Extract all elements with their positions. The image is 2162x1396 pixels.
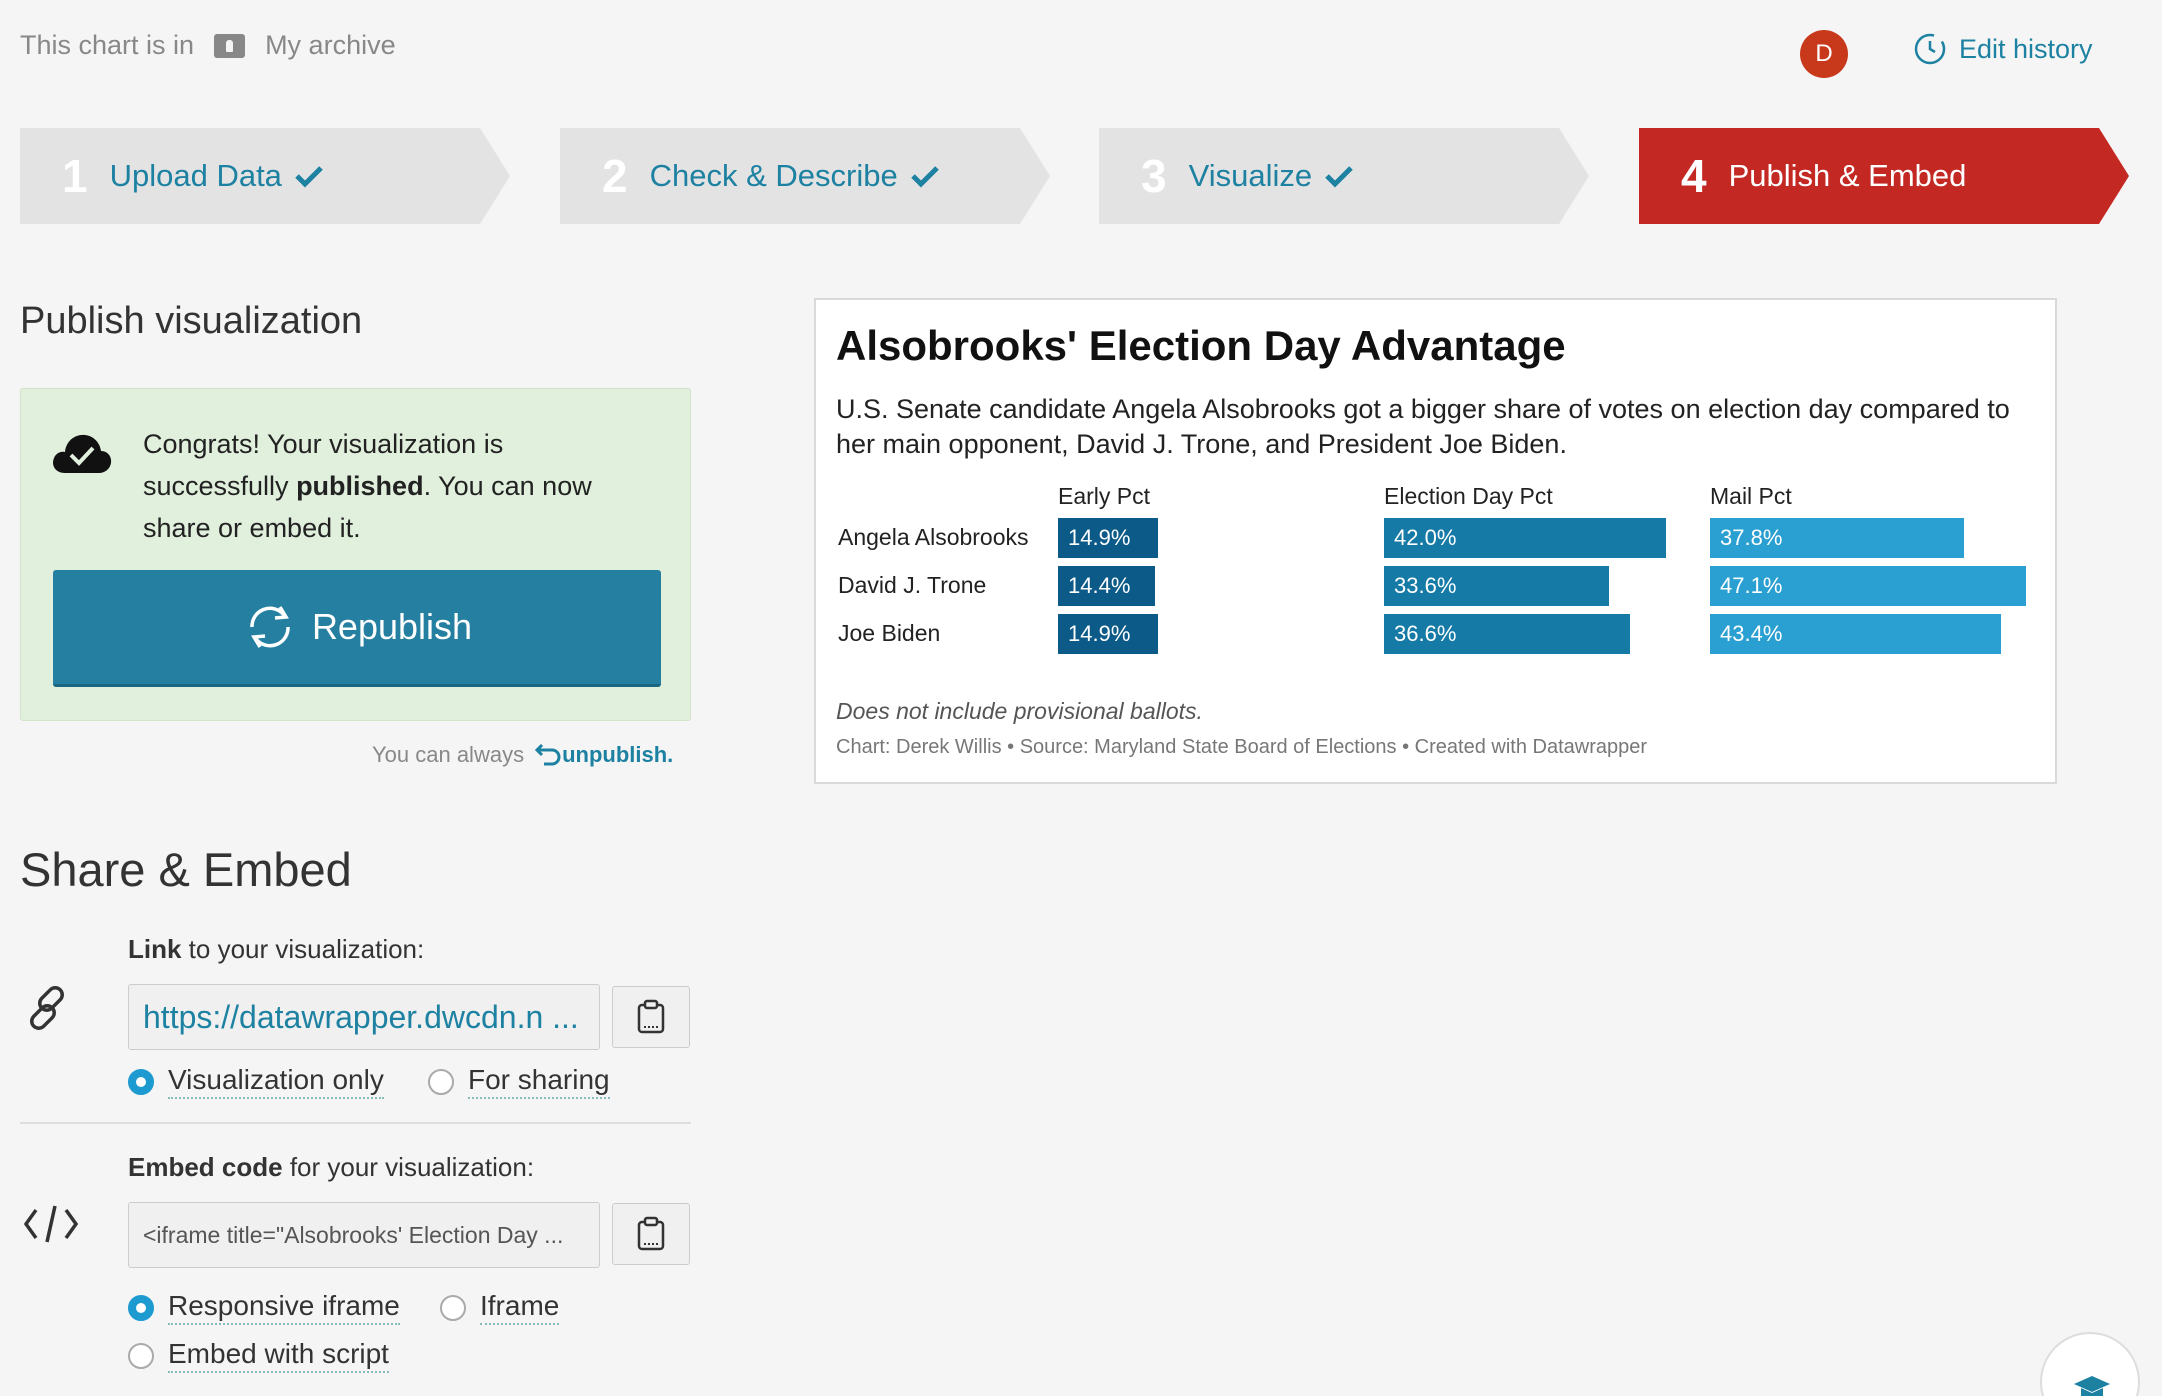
clipboard-icon — [637, 999, 665, 1034]
bar: 33.6% — [1384, 566, 1609, 606]
radio-dot — [128, 1342, 154, 1369]
bar: 47.1% — [1710, 566, 2026, 606]
checkmark-icon — [295, 166, 323, 188]
cloud-check-icon — [53, 434, 112, 473]
step-visualize[interactable]: 3 Visualize — [1099, 128, 1589, 224]
chart-preview: Alsobrooks' Election Day Advantage U.S. … — [814, 298, 2057, 784]
folder-icon — [214, 33, 246, 58]
edit-history-link[interactable]: Edit history — [1913, 32, 2093, 66]
share-link-field[interactable]: https://datawrapper.dwcdn.n ... — [128, 984, 600, 1050]
link-icon — [30, 986, 64, 1030]
bar: 14.4% — [1058, 566, 1155, 606]
copy-link-button[interactable] — [612, 986, 690, 1048]
help-button[interactable] — [2040, 1332, 2140, 1396]
checkmark-icon — [910, 166, 939, 188]
code-icon — [23, 1205, 79, 1243]
avatar[interactable]: D — [1800, 30, 1848, 78]
unpublish-link[interactable]: unpublish. — [562, 742, 673, 768]
bar: 37.8% — [1710, 518, 1964, 558]
step-label: Check & Describe — [649, 158, 898, 193]
graduation-cap-icon — [2074, 1376, 2110, 1396]
radio-label: Responsive iframe — [168, 1290, 400, 1325]
radio-embed-with-script[interactable]: Embed with script — [128, 1338, 389, 1373]
step-check-describe[interactable]: 2 Check & Describe — [560, 128, 1050, 224]
chart-title: Alsobrooks' Election Day Advantage — [836, 322, 1566, 369]
radio-dot — [128, 1294, 154, 1321]
row-label: Joe Biden — [838, 620, 941, 646]
link-section-label: Link to your visualization: — [128, 934, 425, 964]
step-number: 4 — [1681, 150, 1707, 202]
top-bar: This chart is in My archive D Edit histo… — [20, 30, 2142, 78]
radio-responsive-iframe[interactable]: Responsive iframe — [128, 1290, 400, 1325]
bar: 42.0% — [1384, 518, 1666, 558]
clipboard-icon — [637, 1216, 665, 1251]
radio-for-sharing[interactable]: For sharing — [428, 1064, 610, 1099]
column-header: Mail Pct — [1710, 483, 1792, 509]
radio-label: Iframe — [480, 1290, 560, 1325]
bar: 14.9% — [1058, 614, 1158, 654]
radio-visualization-only[interactable]: Visualization only — [128, 1064, 384, 1099]
section-divider — [20, 1122, 691, 1124]
step-number: 1 — [62, 150, 88, 202]
chart-subtitle: U.S. Senate candidate Angela Alsobrooks … — [836, 394, 2010, 459]
row-label: David J. Trone — [838, 572, 987, 598]
step-label: Publish & Embed — [1728, 158, 1967, 193]
embed-section-label: Embed code for your visualization: — [128, 1152, 535, 1182]
publish-success-box: Congrats! Your visualization is successf… — [20, 388, 691, 721]
bar: 43.4% — [1710, 614, 2001, 654]
radio-iframe[interactable]: Iframe — [440, 1290, 560, 1325]
breadcrumb: This chart is in My archive — [20, 30, 396, 61]
step-number: 3 — [1141, 150, 1167, 202]
history-icon — [1914, 33, 1946, 65]
refresh-icon — [250, 606, 290, 648]
radio-dot — [440, 1294, 466, 1321]
step-navigation: 1 Upload Data 2 Check & Describe 3 Visua… — [20, 128, 2142, 224]
publish-success-message: Congrats! Your visualization is successf… — [143, 429, 592, 543]
column-header: Early Pct — [1058, 483, 1151, 509]
radio-dot — [428, 1068, 454, 1095]
republish-button[interactable]: Republish — [53, 570, 661, 687]
step-label: Visualize — [1188, 158, 1313, 193]
radio-label: Embed with script — [168, 1338, 389, 1373]
step-upload-data[interactable]: 1 Upload Data — [20, 128, 510, 224]
chart-source: Chart: Derek Willis • Source: Maryland S… — [836, 736, 1648, 758]
step-number: 2 — [602, 150, 628, 202]
checkmark-icon — [1325, 166, 1353, 188]
republish-label: Republish — [311, 606, 473, 647]
undo-icon — [534, 744, 561, 766]
step-publish-embed[interactable]: 4 Publish & Embed — [1639, 128, 2129, 224]
copy-embed-button[interactable] — [612, 1203, 690, 1265]
column-header: Election Day Pct — [1384, 483, 1553, 509]
chart-note: Does not include provisional ballots. — [836, 698, 1203, 724]
embed-code-field[interactable]: <iframe title="Alsobrooks' Election Day … — [128, 1202, 600, 1268]
share-embed-title: Share & Embed — [20, 843, 352, 896]
unpublish-hint: You can always unpublish. — [372, 742, 674, 768]
row-label: Angela Alsobrooks — [838, 524, 1029, 550]
radio-dot — [128, 1068, 154, 1095]
publish-title: Publish visualization — [20, 300, 363, 342]
folder-link[interactable]: My archive — [265, 30, 396, 61]
bar: 36.6% — [1384, 614, 1630, 654]
edit-history-label: Edit history — [1959, 33, 2093, 64]
radio-label: For sharing — [468, 1064, 610, 1099]
step-label: Upload Data — [109, 158, 282, 193]
location-prefix: This chart is in — [20, 30, 195, 60]
bar: 14.9% — [1058, 518, 1158, 558]
radio-label: Visualization only — [168, 1064, 384, 1099]
